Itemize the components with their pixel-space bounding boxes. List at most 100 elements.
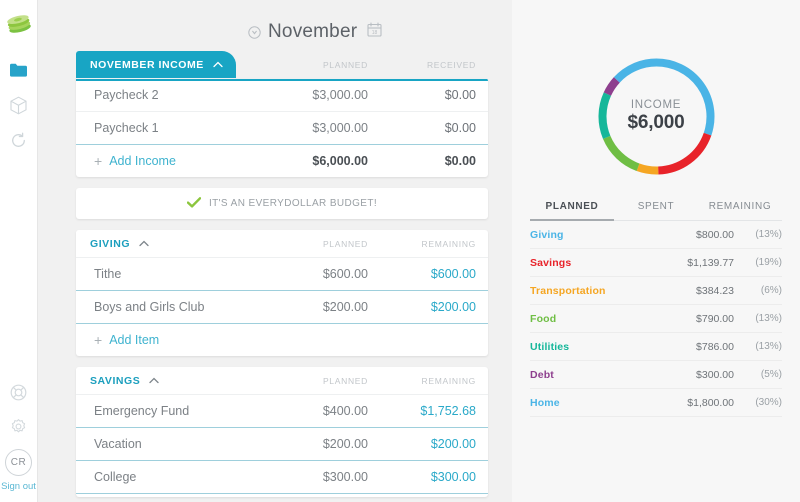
income-card-header: NOVEMBER INCOME PLANNED RECEIVED [76, 51, 488, 78]
savings-item-planned: $200.00 [248, 437, 368, 451]
summary-category[interactable]: Food [530, 313, 660, 325]
tab-remaining[interactable]: REMAINING [698, 201, 782, 220]
summary-amount: $1,800.00 [660, 397, 734, 409]
income-column-headers: PLANNED RECEIVED [248, 51, 476, 78]
savings-card-header: SAVINGS PLANNED REMAINING [76, 367, 488, 394]
banner-text: IT'S AN EVERYDOLLAR BUDGET! [209, 198, 377, 209]
everydollar-banner: IT'S AN EVERYDOLLAR BUDGET! [76, 188, 488, 219]
sidebar-item-box[interactable] [8, 94, 30, 116]
sidebar: CR Sign out [0, 0, 38, 502]
income-card: NOVEMBER INCOME PLANNED RECEIVED Paychec… [76, 78, 488, 177]
income-item-name: Paycheck 2 [94, 88, 248, 102]
income-card-title: NOVEMBER INCOME [90, 59, 204, 71]
summary-percent: (19%) [734, 257, 782, 268]
income-donut-chart: INCOME $6,000 [595, 55, 718, 178]
add-item-button[interactable]: + Add Item [94, 333, 248, 347]
giving-item-name: Boys and Girls Club [94, 300, 248, 314]
summary-row[interactable]: Transportation$384.23(6%) [530, 277, 782, 305]
sign-out-link[interactable]: Sign out [1, 481, 36, 496]
giving-card: GIVING PLANNED REMAINING Tithe $600.00 $… [76, 230, 488, 356]
savings-column-headers: PLANNED REMAINING [248, 367, 476, 394]
savings-card: SAVINGS PLANNED REMAINING Emergency Fund… [76, 367, 488, 497]
add-income-label: Add Income [109, 154, 176, 168]
summary-row[interactable]: Home$1,800.00(30%) [530, 389, 782, 417]
summary-category[interactable]: Savings [530, 257, 660, 269]
chevron-circle-left-icon[interactable] [248, 26, 261, 39]
table-row[interactable]: Emergency Fund $400.00 $1,752.68 [76, 394, 488, 427]
tab-spent[interactable]: SPENT [614, 201, 698, 220]
income-col-planned: PLANNED [248, 60, 368, 70]
calendar-icon[interactable]: 18 [367, 22, 382, 42]
month-navigator: November 18 [248, 21, 382, 43]
sidebar-item-budget[interactable] [8, 59, 30, 81]
summary-category[interactable]: Utilities [530, 341, 660, 353]
add-income-button[interactable]: + Add Income [94, 154, 248, 168]
table-row[interactable]: Paycheck 2 $3,000.00 $0.00 [76, 78, 488, 111]
giving-col-remaining: REMAINING [368, 239, 476, 249]
table-row[interactable]: Tithe $600.00 $600.00 [76, 257, 488, 290]
income-total-planned: $6,000.00 [248, 154, 368, 168]
summary-tabs: PLANNED SPENT REMAINING [530, 201, 782, 221]
chevron-up-icon[interactable] [139, 238, 149, 250]
add-item-row[interactable]: + Add Item [76, 323, 488, 356]
income-card-tab[interactable]: NOVEMBER INCOME [76, 51, 236, 78]
add-item-label: Add Item [109, 333, 159, 347]
gear-icon[interactable] [8, 415, 30, 437]
check-icon [187, 195, 201, 213]
giving-card-tab[interactable]: GIVING [76, 230, 162, 257]
avatar[interactable]: CR [5, 449, 32, 476]
summary-row[interactable]: Debt$300.00(5%) [530, 361, 782, 389]
savings-item-remaining: $300.00 [368, 470, 476, 484]
savings-item-planned: $400.00 [248, 404, 368, 418]
giving-column-headers: PLANNED REMAINING [248, 230, 476, 257]
page-title: November [268, 21, 357, 43]
summary-percent: (30%) [734, 397, 782, 408]
donut-label: INCOME [631, 99, 681, 111]
table-row[interactable]: Paycheck 1 $3,000.00 $0.00 [76, 111, 488, 144]
income-item-name: Paycheck 1 [94, 121, 248, 135]
summary-panel: INCOME $6,000 PLANNED SPENT REMAINING Gi… [512, 0, 800, 502]
savings-item-name: Vacation [94, 437, 248, 451]
sidebar-item-refresh[interactable] [8, 129, 30, 151]
summary-row[interactable]: Giving$800.00(13%) [530, 221, 782, 249]
savings-card-title: SAVINGS [90, 375, 140, 387]
table-row[interactable]: College $300.00 $300.00 [76, 460, 488, 493]
plus-icon: + [94, 155, 102, 167]
giving-item-planned: $600.00 [248, 267, 368, 281]
summary-category[interactable]: Transportation [530, 285, 660, 297]
chevron-up-icon[interactable] [213, 59, 223, 71]
summary-row[interactable]: Food$790.00(13%) [530, 305, 782, 333]
summary-row[interactable]: Savings$1,139.77(19%) [530, 249, 782, 277]
giving-item-planned: $200.00 [248, 300, 368, 314]
life-ring-icon[interactable] [8, 381, 30, 403]
savings-card-footer-rule [76, 493, 488, 497]
income-total-received: $0.00 [368, 154, 476, 168]
chevron-up-icon[interactable] [149, 375, 159, 387]
summary-amount: $786.00 [660, 341, 734, 353]
giving-item-remaining: $600.00 [368, 267, 476, 281]
plus-icon: + [94, 334, 102, 346]
savings-item-name: Emergency Fund [94, 404, 248, 418]
giving-item-name: Tithe [94, 267, 248, 281]
summary-list: Giving$800.00(13%)Savings$1,139.77(19%)T… [512, 221, 800, 417]
sidebar-bottom: CR Sign out [1, 381, 36, 502]
summary-percent: (5%) [734, 369, 782, 380]
everydollar-budget-app: CR Sign out November 18 Accounts Transac… [0, 0, 800, 502]
tab-planned[interactable]: PLANNED [530, 201, 614, 221]
income-item-received: $0.00 [368, 88, 476, 102]
income-item-planned: $3,000.00 [248, 121, 368, 135]
summary-category[interactable]: Home [530, 397, 660, 409]
sidebar-nav [8, 59, 30, 151]
summary-amount: $384.23 [660, 285, 734, 297]
savings-item-name: College [94, 470, 248, 484]
summary-category[interactable]: Giving [530, 229, 660, 241]
savings-card-tab[interactable]: SAVINGS [76, 367, 172, 394]
money-stack-logo[interactable] [6, 9, 32, 39]
table-row[interactable]: Vacation $200.00 $200.00 [76, 427, 488, 460]
add-income-row[interactable]: + Add Income $6,000.00 $0.00 [76, 144, 488, 177]
table-row[interactable]: Boys and Girls Club $200.00 $200.00 [76, 290, 488, 323]
summary-amount: $300.00 [660, 369, 734, 381]
summary-category[interactable]: Debt [530, 369, 660, 381]
summary-row[interactable]: Utilities$786.00(13%) [530, 333, 782, 361]
savings-item-remaining: $200.00 [368, 437, 476, 451]
